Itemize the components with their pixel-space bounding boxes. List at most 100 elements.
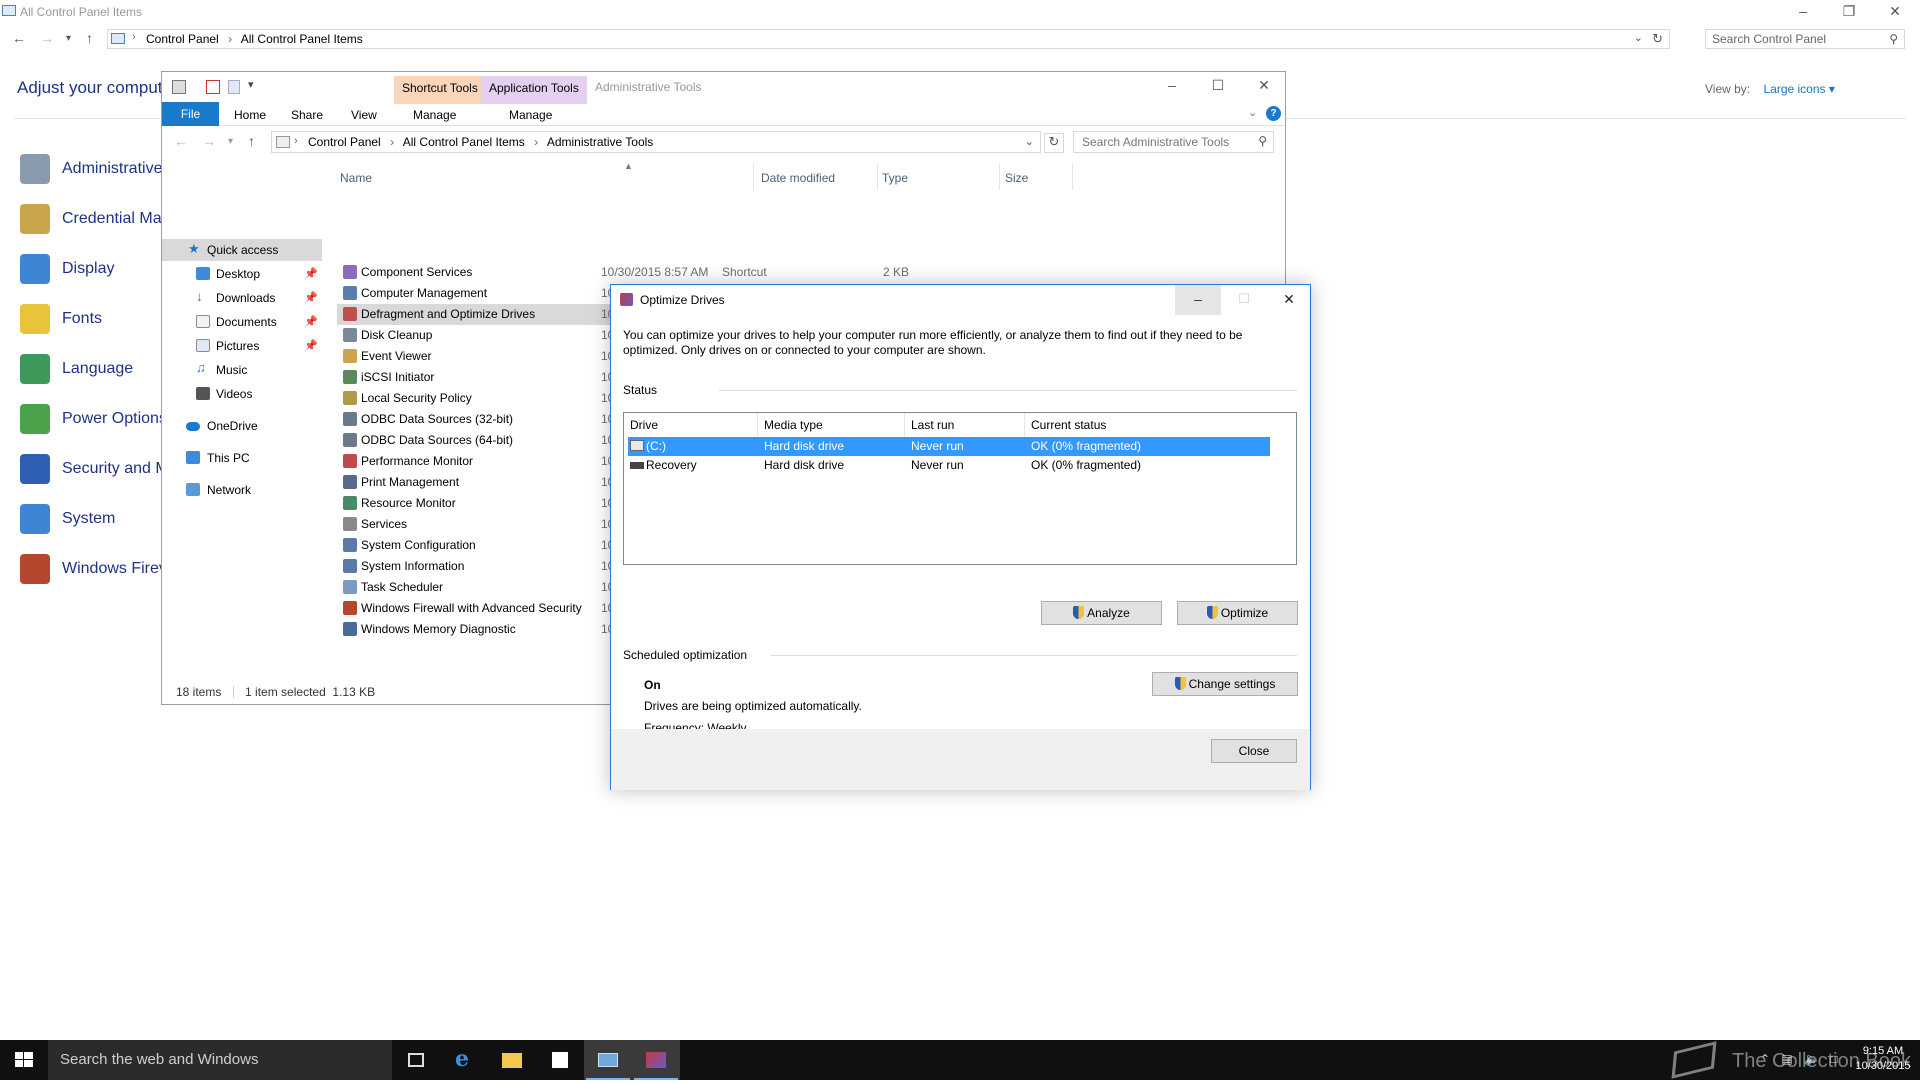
chevron-right-icon: › [228, 32, 233, 46]
task-view-button[interactable] [392, 1040, 440, 1080]
pin-icon[interactable]: 📌 [304, 315, 318, 328]
search-input[interactable]: Search Administrative Tools ⚲ [1073, 131, 1274, 153]
column-header-last-run[interactable]: Last run [911, 418, 954, 432]
search-icon[interactable]: ⚲ [1258, 134, 1267, 148]
pin-icon[interactable]: 📌 [304, 291, 318, 304]
nav-item-downloads[interactable]: ↓ Downloads 📌 [162, 287, 322, 309]
analyze-button[interactable]: Analyze [1041, 601, 1162, 625]
refresh-icon[interactable]: ↻ [1044, 133, 1064, 153]
close-button[interactable]: ✕ [1872, 0, 1918, 24]
nav-item-music[interactable]: ♫ Music [162, 359, 322, 381]
forward-arrow-icon[interactable]: → [202, 133, 216, 149]
minimize-button[interactable]: – [1175, 285, 1221, 315]
nav-item-quick-access[interactable]: ★ Quick access [162, 239, 322, 261]
change-settings-button[interactable]: Change settings [1152, 672, 1298, 696]
up-arrow-icon[interactable]: ↑ [248, 133, 255, 149]
nav-item-desktop[interactable]: Desktop 📌 [162, 263, 322, 285]
taskbar-search-box[interactable]: Search the web and Windows [48, 1040, 392, 1080]
file-name: Event Viewer [361, 349, 432, 363]
pin-icon[interactable]: 📌 [304, 267, 318, 280]
up-arrow-icon[interactable]: ↑ [86, 30, 93, 46]
tab-application-manage[interactable]: Manage [509, 108, 552, 122]
nav-item-onedrive[interactable]: OneDrive [162, 415, 322, 437]
context-group-label: Application Tools [489, 81, 579, 95]
breadcrumb-control-panel[interactable]: Control Panel [146, 32, 219, 46]
expand-ribbon-icon[interactable]: ⌄ [1248, 106, 1257, 119]
status-divider [232, 686, 234, 698]
breadcrumb-admin-tools[interactable]: Administrative Tools [547, 135, 654, 149]
column-header-date[interactable]: Date modified [761, 171, 835, 185]
column-header-drive[interactable]: Drive [630, 418, 658, 432]
column-divider[interactable] [1072, 164, 1073, 190]
breadcrumb-all-items[interactable]: All Control Panel Items [241, 32, 363, 46]
cp-item-label: System [62, 510, 116, 527]
shortcut-icon [343, 601, 357, 615]
tab-share[interactable]: Share [291, 108, 323, 122]
quick-access-properties-icon[interactable] [172, 80, 186, 94]
taskbar-edge[interactable]: e [440, 1040, 488, 1080]
start-button[interactable] [0, 1040, 48, 1080]
refresh-icon[interactable]: ↻ [1652, 31, 1663, 47]
pin-icon[interactable]: 📌 [304, 339, 318, 352]
group-divider [771, 655, 1297, 656]
address-bar[interactable]: › Control Panel › All Control Panel Item… [271, 131, 1041, 153]
back-arrow-icon[interactable]: ← [174, 133, 188, 149]
recent-dropdown-icon[interactable]: ▾ [228, 136, 233, 147]
nav-item-pictures[interactable]: Pictures 📌 [162, 335, 322, 357]
breadcrumb-all-items[interactable]: All Control Panel Items [403, 135, 525, 149]
column-header-name[interactable]: Name [340, 171, 372, 185]
column-divider[interactable] [904, 413, 905, 437]
file-date: 10/30/2015 8:57 AM [601, 265, 709, 279]
minimize-button[interactable]: – [1149, 74, 1195, 98]
tab-view[interactable]: View [351, 108, 377, 122]
nav-item-documents[interactable]: Documents 📌 [162, 311, 322, 333]
column-divider[interactable] [753, 164, 754, 190]
column-header-size[interactable]: Size [1005, 171, 1028, 185]
column-divider[interactable] [877, 164, 878, 190]
breadcrumb-control-panel[interactable]: Control Panel [308, 135, 381, 149]
nav-item-videos[interactable]: Videos [162, 383, 322, 405]
file-row[interactable]: Component Services 10/30/2015 8:57 AM Shor… [337, 262, 1077, 283]
column-header-type[interactable]: Type [882, 171, 908, 185]
minimize-button[interactable]: – [1780, 0, 1826, 24]
column-divider[interactable] [1024, 413, 1025, 437]
restore-button[interactable]: ❐ [1826, 0, 1872, 24]
customize-toolbar-icon[interactable]: ▾ [248, 78, 254, 91]
back-arrow-icon[interactable]: ← [12, 30, 26, 46]
column-header-media-type[interactable]: Media type [764, 418, 823, 432]
taskbar-store[interactable] [536, 1040, 584, 1080]
view-by-dropdown[interactable]: Large icons ▾ [1763, 82, 1834, 96]
forward-arrow-icon[interactable]: → [40, 30, 54, 46]
column-divider[interactable] [757, 413, 758, 437]
column-divider[interactable] [999, 164, 1000, 190]
nav-item-this-pc[interactable]: This PC [162, 447, 322, 469]
drive-row[interactable]: Recovery Hard disk drive Never run OK (0… [628, 456, 1270, 475]
checkbox-icon[interactable] [206, 80, 220, 94]
navigation-pane: ★ Quick access Desktop 📌 ↓ Downloads 📌 Docum… [162, 164, 322, 664]
column-header-current-status[interactable]: Current status [1031, 418, 1106, 432]
drive-row[interactable]: (C:) Hard disk drive Never run OK (0% fr… [628, 437, 1270, 456]
tab-home[interactable]: Home [234, 108, 266, 122]
tab-file[interactable]: File [162, 102, 219, 126]
new-folder-icon[interactable] [228, 80, 240, 94]
maximize-button[interactable]: ☐ [1221, 285, 1267, 315]
chevron-down-icon[interactable]: ⌄ [1634, 31, 1643, 44]
search-icon[interactable]: ⚲ [1889, 32, 1898, 46]
taskbar-optimize-drives[interactable] [632, 1040, 680, 1080]
tab-shortcut-manage[interactable]: Manage [413, 108, 456, 122]
nav-item-network[interactable]: Network [162, 479, 322, 501]
help-icon[interactable]: ? [1266, 106, 1281, 121]
close-button[interactable]: ✕ [1241, 74, 1287, 98]
recent-dropdown-icon[interactable]: ▾ [66, 33, 71, 44]
address-bar[interactable]: › Control Panel › All Control Panel Item… [107, 29, 1670, 49]
close-dialog-button[interactable]: Close [1211, 739, 1297, 763]
chevron-down-icon[interactable]: ⌄ [1025, 135, 1034, 148]
taskbar-file-explorer[interactable] [488, 1040, 536, 1080]
uac-shield-icon [1174, 677, 1186, 690]
optimize-button[interactable]: Optimize [1177, 601, 1298, 625]
search-input[interactable]: Search Control Panel ⚲ [1705, 29, 1905, 49]
close-button[interactable]: ✕ [1266, 285, 1312, 315]
maximize-button[interactable]: ☐ [1195, 74, 1241, 98]
file-name: System Configuration [361, 538, 476, 552]
taskbar-control-panel[interactable] [584, 1040, 632, 1080]
